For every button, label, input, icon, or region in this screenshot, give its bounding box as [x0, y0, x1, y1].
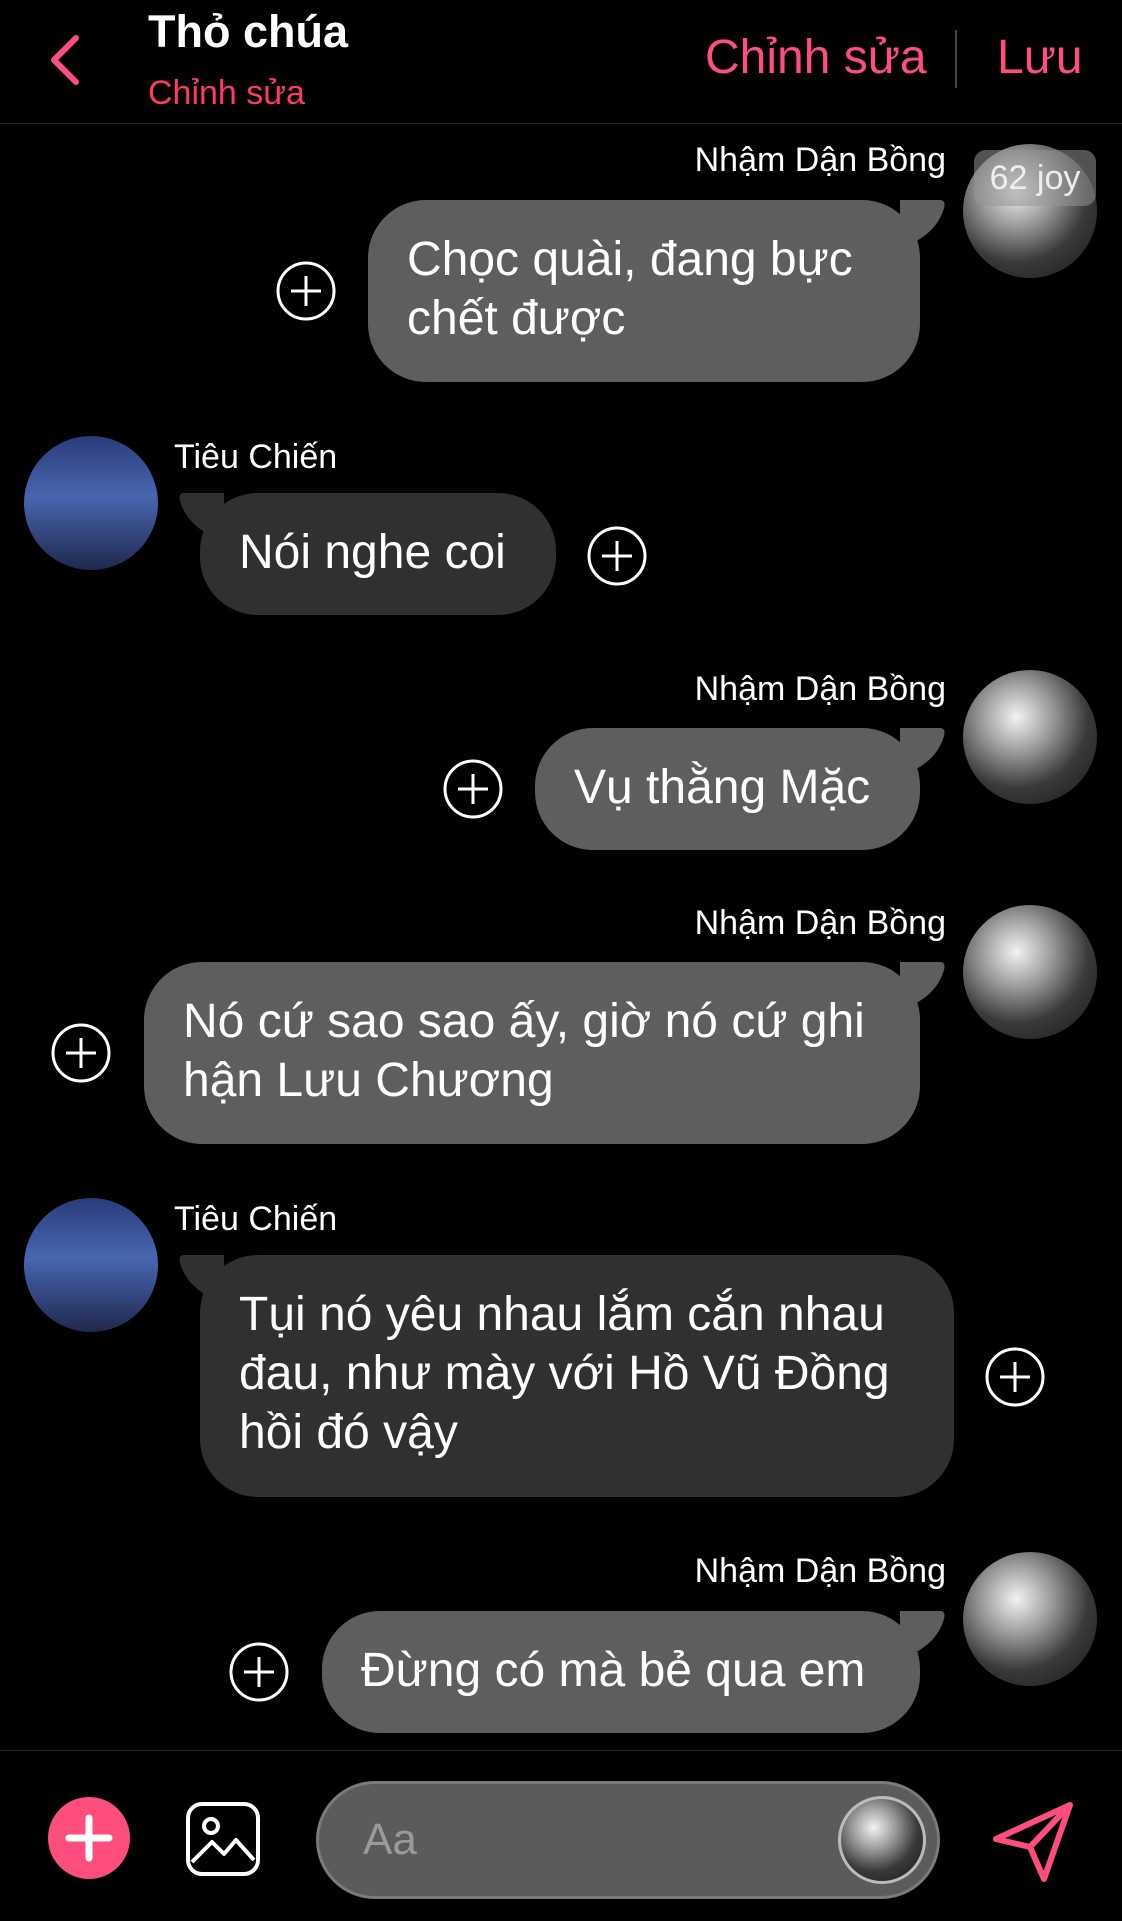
sender-name: Tiêu Chiến — [174, 438, 338, 476]
watermark-badge: 62 joy — [974, 150, 1096, 206]
avatar[interactable] — [24, 1198, 158, 1332]
message-bubble[interactable]: Nó cứ sao sao ấy, giờ nó cứ ghi hận Lưu … — [144, 962, 920, 1144]
add-reaction-icon[interactable] — [984, 1346, 1046, 1408]
add-reaction-icon[interactable] — [50, 1022, 112, 1084]
sender-name: Nhậm Dận Bồng — [694, 670, 946, 708]
chat-title: Thỏ chúa — [148, 6, 348, 57]
plus-icon — [65, 1814, 113, 1862]
chat-header: Thỏ chúa Chỉnh sửa Chỉnh sửa Lưu — [0, 0, 1122, 124]
image-icon[interactable] — [184, 1800, 262, 1878]
add-reaction-icon[interactable] — [586, 525, 648, 587]
sender-name: Tiêu Chiến — [174, 1200, 338, 1238]
sender-name: Nhậm Dận Bồng — [694, 904, 946, 942]
add-reaction-icon[interactable] — [442, 758, 504, 820]
composer-bar — [0, 1750, 1122, 1921]
message-bubble[interactable]: Vụ thằng Mặc — [535, 728, 920, 850]
save-button[interactable]: Lưu — [997, 30, 1083, 85]
avatar[interactable] — [963, 1552, 1097, 1686]
add-reaction-icon[interactable] — [275, 260, 337, 322]
add-reaction-icon[interactable] — [228, 1641, 290, 1703]
back-chevron-icon[interactable] — [42, 30, 92, 90]
add-button[interactable] — [48, 1797, 130, 1879]
message-bubble[interactable]: Nói nghe coi — [200, 493, 556, 615]
avatar[interactable] — [24, 436, 158, 570]
message-bubble[interactable]: Chọc quài, đang bực chết được — [368, 200, 920, 382]
message-bubble[interactable]: Đừng có mà bẻ qua em — [322, 1611, 920, 1733]
avatar[interactable] — [963, 905, 1097, 1039]
chat-subtitle: Chỉnh sửa — [148, 74, 305, 112]
send-icon[interactable] — [986, 1795, 1078, 1887]
sender-name: Nhậm Dận Bồng — [694, 1552, 946, 1590]
persona-avatar[interactable] — [838, 1796, 926, 1884]
avatar[interactable] — [963, 670, 1097, 804]
header-divider — [955, 30, 957, 88]
edit-button[interactable]: Chỉnh sửa — [705, 30, 927, 85]
message-bubble[interactable]: Tụi nó yêu nhau lắm cắn nhau đau, như mà… — [200, 1255, 954, 1497]
sender-name: Nhậm Dận Bồng — [694, 141, 946, 179]
